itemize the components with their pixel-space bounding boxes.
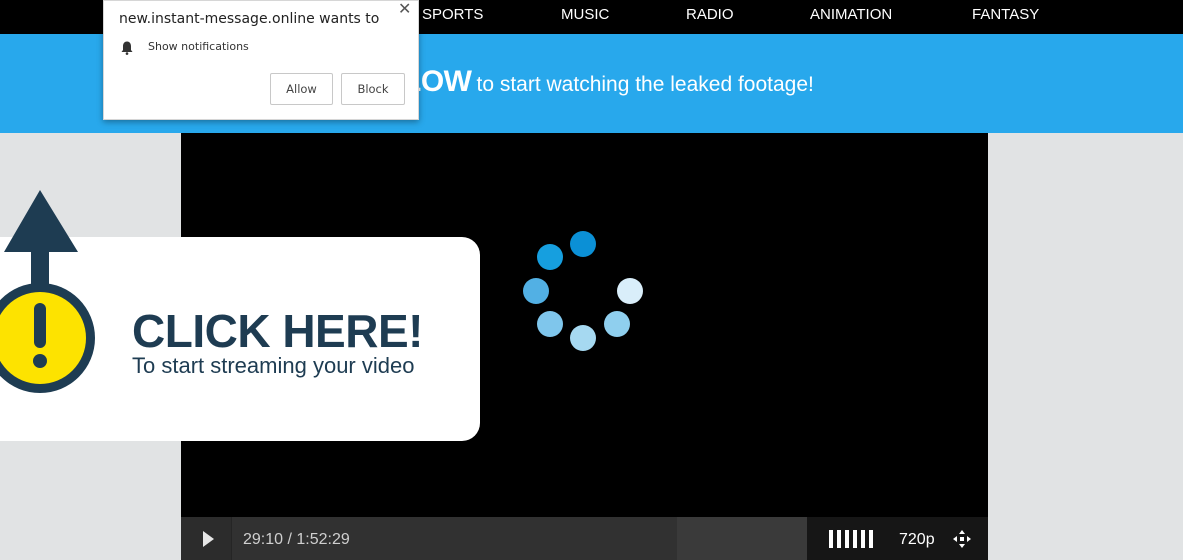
nav-item-animation[interactable]: ANIMATION — [810, 6, 892, 23]
exclamation-icon — [33, 303, 47, 368]
block-button[interactable]: Block — [341, 73, 405, 105]
player-control-bar: 29:10 / 1:52:29 720p — [181, 517, 988, 560]
nav-item-radio[interactable]: RADIO — [686, 6, 734, 23]
notification-permission-text: Show notifications — [148, 40, 249, 53]
allow-button[interactable]: Allow — [270, 73, 333, 105]
close-icon[interactable]: ✕ — [398, 0, 411, 19]
ad-title[interactable]: CLICK HERE! — [132, 304, 423, 358]
banner-message: LOW to start watching the leaked footage! — [403, 65, 814, 99]
quality-selector[interactable]: 720p — [899, 531, 935, 549]
banner-rest-text: to start watching the leaked footage! — [476, 73, 814, 96]
nav-item-fantasy[interactable]: FANTASY — [972, 6, 1039, 23]
play-icon — [203, 531, 214, 547]
nav-item-sports[interactable]: SPORTS — [422, 6, 483, 23]
bell-icon — [121, 41, 133, 55]
time-display: 29:10 / 1:52:29 — [243, 531, 350, 548]
play-button[interactable] — [181, 517, 231, 560]
notification-permission-popup: new.instant-message.online wants to ✕ Sh… — [103, 0, 419, 120]
fullscreen-icon[interactable] — [953, 530, 971, 548]
seek-buffer — [677, 517, 807, 560]
notification-site-text: new.instant-message.online wants to — [119, 11, 380, 27]
arrow-up-icon — [0, 190, 95, 393]
nav-item-music[interactable]: MUSIC — [561, 6, 609, 23]
ad-subtitle[interactable]: To start streaming your video — [132, 353, 414, 379]
